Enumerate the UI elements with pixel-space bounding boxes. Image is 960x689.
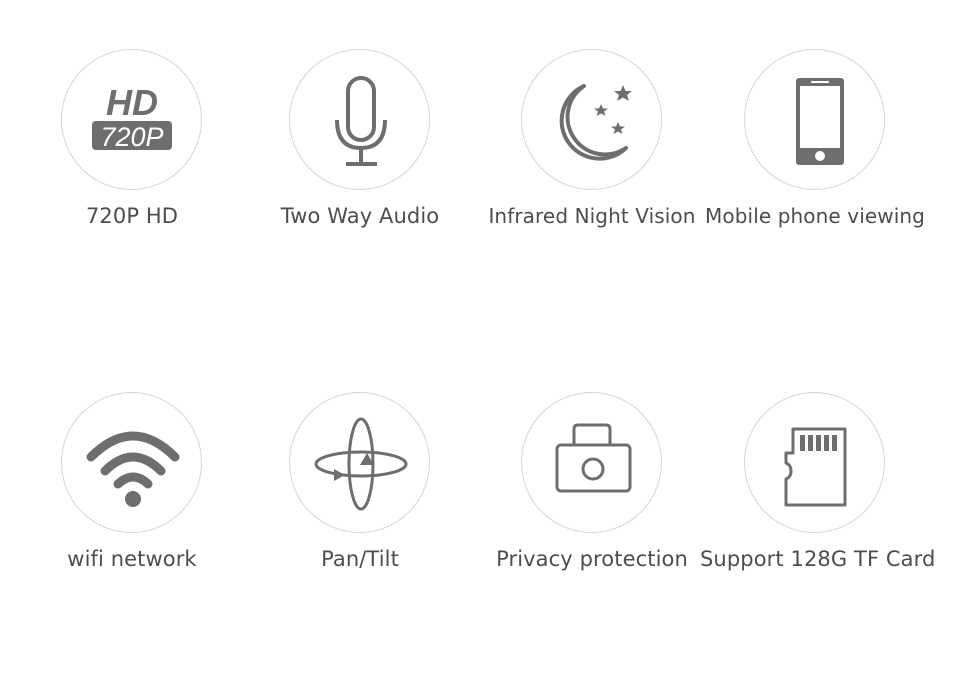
feature-tf-card-support: Support 128G TF Card: [700, 392, 936, 592]
icon-circle: [744, 392, 885, 533]
feature-720p-hd: HD 720P 720P HD: [17, 49, 247, 249]
feature-label: Privacy protection: [496, 547, 688, 571]
icon-circle: [61, 392, 202, 533]
hd-text: HD: [106, 82, 158, 123]
privacy-camera-icon: [555, 423, 632, 493]
feature-mobile-phone-viewing: Mobile phone viewing: [700, 49, 930, 249]
hd-720p-icon: HD 720P: [92, 82, 172, 152]
feature-infrared-night-vision: Infrared Night Vision: [477, 49, 707, 249]
icon-circle: [521, 49, 662, 190]
feature-privacy-protection: Privacy protection: [477, 392, 707, 592]
icon-circle: [289, 392, 430, 533]
icon-circle: [521, 392, 662, 533]
feature-two-way-audio: Two Way Audio: [245, 49, 475, 249]
feature-label: Support 128G TF Card: [700, 547, 936, 571]
feature-label: 720P HD: [85, 204, 179, 228]
feature-label: wifi network: [67, 547, 197, 571]
microphone-icon: [335, 76, 387, 166]
feature-pan-tilt: Pan/Tilt: [245, 392, 475, 592]
icon-circle: [289, 49, 430, 190]
icon-circle: [744, 49, 885, 190]
feature-label: Mobile phone viewing: [705, 204, 925, 228]
wifi-icon: [86, 431, 180, 507]
smartphone-icon: [796, 78, 844, 165]
moon-stars-icon: [559, 84, 632, 161]
icon-circle: HD 720P: [61, 49, 202, 190]
resolution-text: 720P: [100, 122, 163, 152]
pan-tilt-icon: [314, 417, 408, 511]
feature-wifi-network: wifi network: [17, 392, 247, 592]
sd-card-icon: [784, 427, 847, 507]
feature-label: Two Way Audio: [280, 204, 440, 228]
feature-label: Infrared Night Vision: [488, 204, 696, 228]
feature-label: Pan/Tilt: [321, 547, 399, 571]
